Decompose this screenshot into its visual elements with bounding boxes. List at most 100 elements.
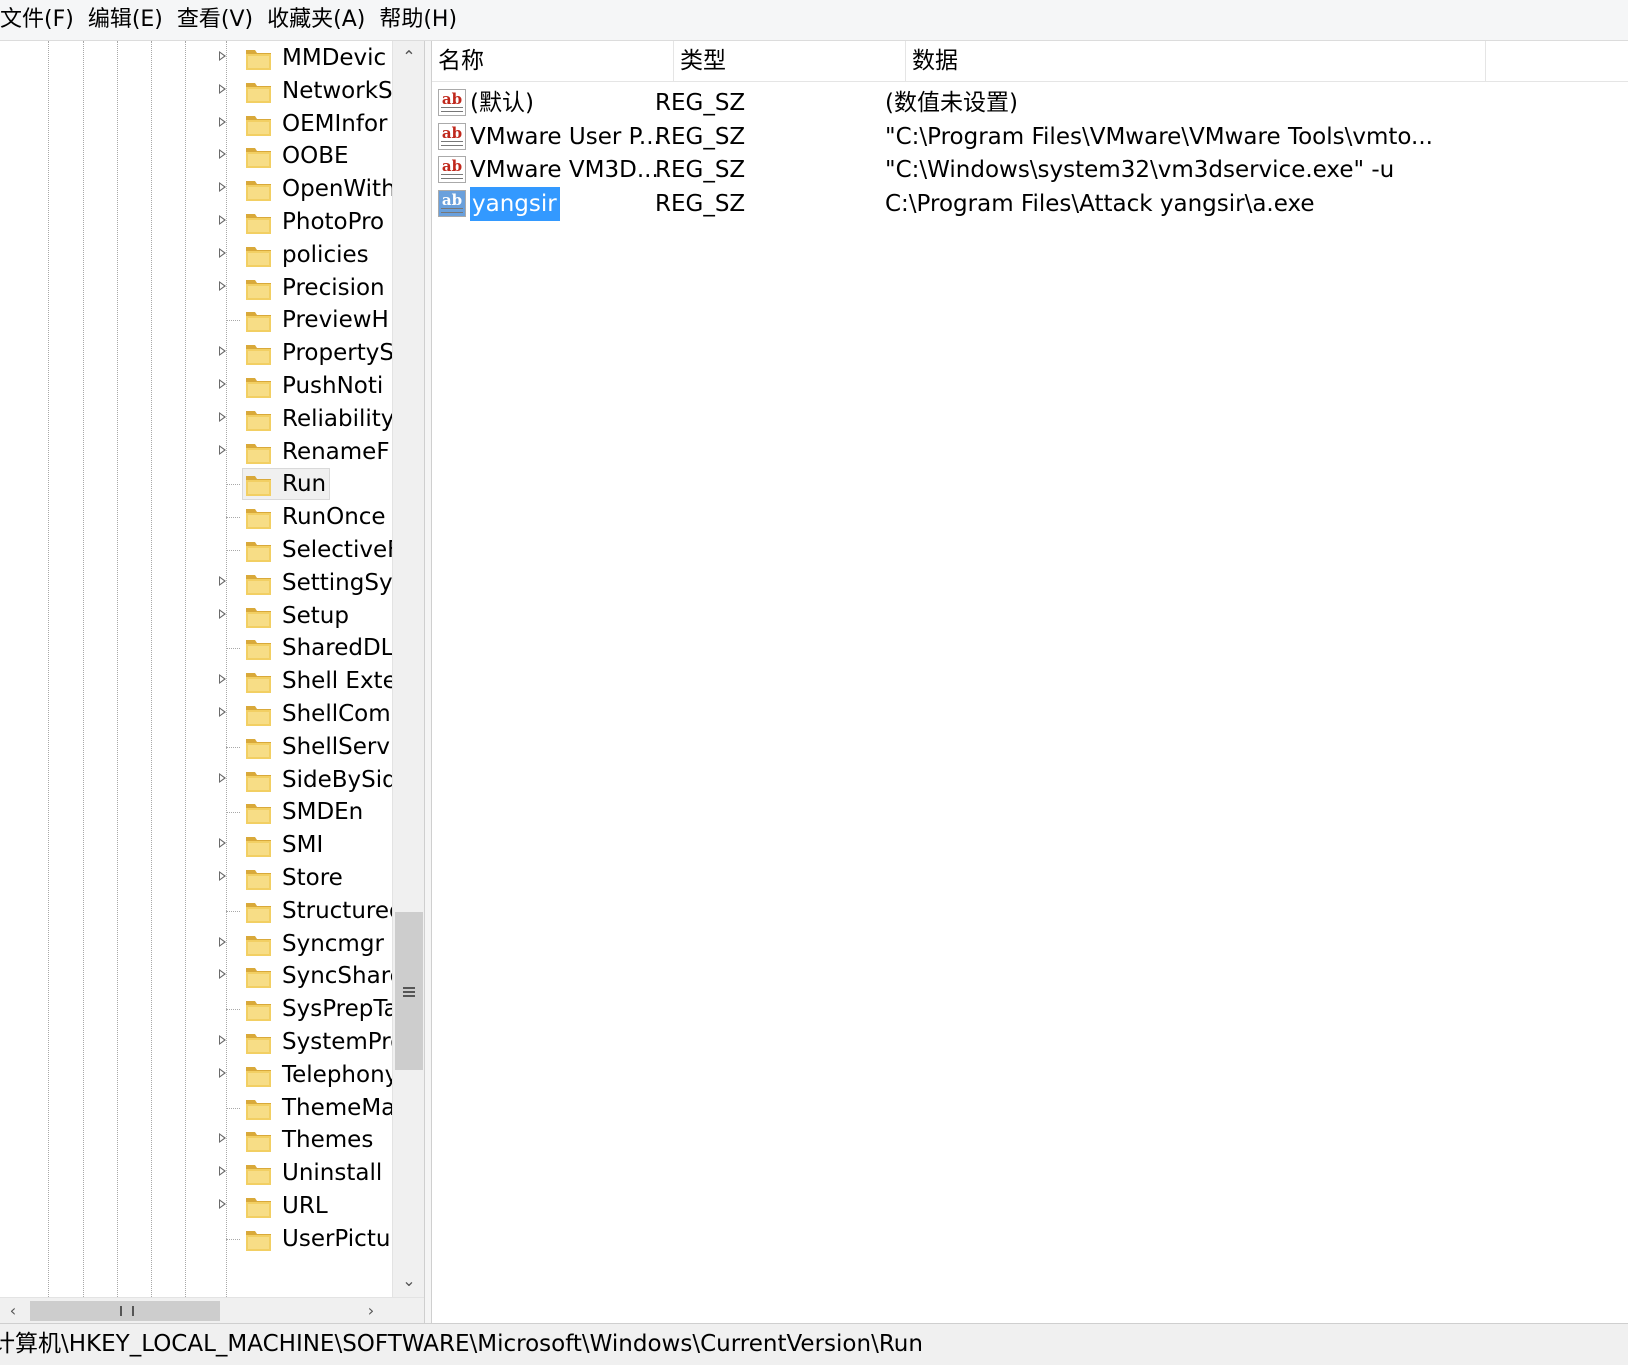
- expand-arrow-icon[interactable]: [219, 936, 226, 947]
- tree-item[interactable]: NetworkS: [0, 74, 392, 108]
- expand-arrow-icon[interactable]: [219, 182, 226, 193]
- tree-item[interactable]: MMDevic: [0, 41, 392, 75]
- horizontal-scrollbar-thumb[interactable]: [30, 1301, 220, 1321]
- expand-arrow-icon[interactable]: [219, 1035, 226, 1045]
- tree-item[interactable]: SharedDL: [0, 631, 392, 665]
- value-name: (默认): [470, 90, 534, 116]
- expand-arrow-icon[interactable]: [219, 247, 226, 258]
- tree-item[interactable]: Setup: [0, 599, 392, 633]
- tree-item[interactable]: Store: [0, 861, 392, 895]
- tree-item[interactable]: SelectiveF: [0, 533, 392, 567]
- tree-item[interactable]: Telephony: [0, 1058, 392, 1092]
- tree-item[interactable]: RenameF: [0, 435, 392, 469]
- chevron-up-icon: ⌃: [402, 47, 416, 66]
- folder-icon: [245, 406, 273, 432]
- tree-item[interactable]: SMI: [0, 828, 392, 862]
- expand-arrow-icon[interactable]: [219, 1166, 226, 1177]
- expand-arrow-icon[interactable]: [219, 51, 226, 61]
- scroll-down-button[interactable]: ⌄: [393, 1265, 424, 1297]
- tree-item-label: policies: [282, 241, 369, 268]
- menu-edit[interactable]: 编辑(E): [81, 0, 170, 40]
- tree-item[interactable]: SideBySid: [0, 763, 392, 797]
- menu-view[interactable]: 查看(V): [170, 0, 260, 40]
- tree-item[interactable]: PreviewH: [0, 303, 392, 337]
- expand-arrow-icon[interactable]: [219, 280, 226, 291]
- tree-item[interactable]: Precision: [0, 271, 392, 305]
- menu-help[interactable]: 帮助(H): [372, 0, 464, 40]
- tree-item-label: Store: [282, 865, 343, 891]
- expand-arrow-icon[interactable]: [219, 1067, 226, 1078]
- folder-icon: [245, 45, 273, 71]
- tree-item-label: Shell Exte: [282, 668, 392, 695]
- tree-item[interactable]: OpenWith: [0, 172, 392, 206]
- expand-arrow-icon[interactable]: [219, 215, 226, 225]
- tree-item[interactable]: SettingSy: [0, 566, 392, 600]
- tree-item[interactable]: SyncShare: [0, 959, 392, 993]
- tree-item[interactable]: Themes: [0, 1123, 392, 1157]
- value-name: VMware VM3D...: [470, 157, 659, 183]
- expand-arrow-icon[interactable]: [219, 969, 226, 980]
- value-row[interactable]: ab yangsir REG_SZ C:\Program Files\Attack y…: [432, 186, 1628, 221]
- folder-icon: [245, 307, 273, 333]
- tree-vertical-scrollbar[interactable]: ⌃ ⌄: [392, 41, 424, 1297]
- value-row[interactable]: ab VMware User P... REG_SZ "C:\Program File…: [432, 120, 1628, 154]
- scroll-up-button[interactable]: ⌃: [393, 41, 424, 73]
- scroll-left-button[interactable]: ‹: [0, 1298, 26, 1323]
- expand-arrow-icon[interactable]: [219, 149, 226, 160]
- expand-arrow-icon[interactable]: [219, 379, 226, 389]
- expand-arrow-icon[interactable]: [219, 346, 226, 357]
- menu-favorites[interactable]: 收藏夹(A): [260, 0, 372, 40]
- column-name-header[interactable]: 名称: [432, 41, 674, 81]
- expand-arrow-icon[interactable]: [219, 871, 226, 881]
- tree-item[interactable]: ShellServi: [0, 730, 392, 764]
- tree-item[interactable]: RunOnce: [0, 500, 392, 534]
- expand-arrow-icon[interactable]: [219, 1199, 226, 1209]
- column-type-header[interactable]: 类型: [674, 41, 906, 81]
- expand-arrow-icon[interactable]: [219, 444, 226, 455]
- menu-file[interactable]: 文件(F): [0, 0, 81, 40]
- expand-arrow-icon[interactable]: [219, 411, 226, 422]
- tree-item[interactable]: SysPrepTa: [0, 992, 392, 1026]
- tree-item[interactable]: Structured: [0, 894, 392, 928]
- tree-item[interactable]: URL: [0, 1189, 392, 1223]
- tree-item-label: SMDEn: [282, 799, 364, 826]
- expand-arrow-icon[interactable]: [219, 838, 226, 849]
- tree-item[interactable]: ShellCom: [0, 697, 392, 731]
- tree-item[interactable]: PropertyS: [0, 336, 392, 370]
- tree-horizontal-scrollbar[interactable]: ‹ ›: [0, 1297, 424, 1323]
- folder-icon: [245, 832, 273, 858]
- pane-splitter[interactable]: [425, 41, 432, 1323]
- scroll-right-button[interactable]: ›: [358, 1298, 384, 1323]
- expand-arrow-icon[interactable]: [219, 772, 226, 783]
- tree-item[interactable]: Run: [0, 467, 392, 501]
- tree-item[interactable]: PhotoPro: [0, 205, 392, 239]
- tree-item-label: PhotoPro: [282, 209, 385, 235]
- expand-arrow-icon[interactable]: [219, 83, 226, 94]
- expand-arrow-icon[interactable]: [219, 674, 226, 685]
- tree-item[interactable]: policies: [0, 238, 392, 272]
- tree-item[interactable]: PushNoti: [0, 369, 392, 403]
- tree-item[interactable]: Reliability: [0, 402, 392, 436]
- value-name: yangsir: [470, 186, 560, 221]
- expand-arrow-icon[interactable]: [219, 575, 226, 586]
- tree-item[interactable]: Uninstall: [0, 1156, 392, 1190]
- expand-arrow-icon[interactable]: [219, 1133, 226, 1144]
- tree-item[interactable]: UserPictu: [0, 1222, 392, 1256]
- tree-item[interactable]: OEMInfor: [0, 107, 392, 141]
- expand-arrow-icon[interactable]: [219, 707, 226, 717]
- expand-arrow-icon[interactable]: [219, 608, 226, 619]
- tree-item[interactable]: SystemPro: [0, 1025, 392, 1059]
- folder-icon: [245, 209, 273, 235]
- column-data-header[interactable]: 数据: [906, 41, 1486, 81]
- tree-item[interactable]: Syncmgr: [0, 927, 392, 961]
- tree-item-label: RunOnce: [282, 504, 386, 531]
- tree-item[interactable]: SMDEn: [0, 795, 392, 829]
- value-row[interactable]: ab VMware VM3D... REG_SZ "C:\Windows\system…: [432, 153, 1628, 187]
- expand-arrow-icon[interactable]: [219, 116, 226, 127]
- tree-connector: [226, 1107, 240, 1109]
- tree-item[interactable]: ThemeMa: [0, 1091, 392, 1125]
- tree-item[interactable]: OOBE: [0, 139, 392, 173]
- value-row[interactable]: ab (默认) REG_SZ (数值未设置): [432, 86, 1628, 120]
- scrollbar-thumb[interactable]: [395, 912, 423, 1070]
- tree-item[interactable]: Shell Exte: [0, 664, 392, 698]
